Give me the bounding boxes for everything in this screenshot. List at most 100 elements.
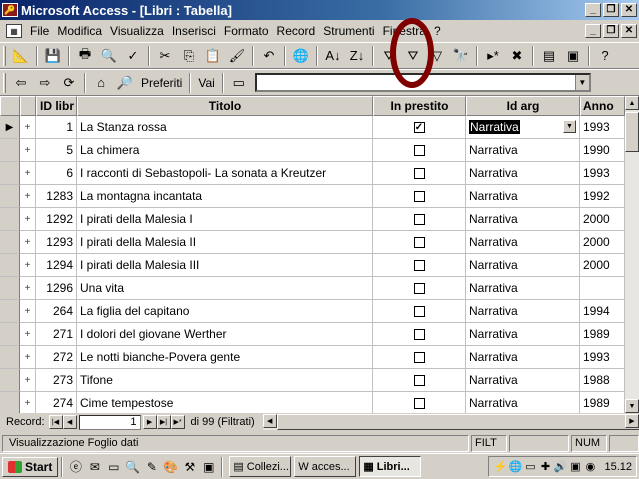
paint-icon[interactable]: 🎨 — [162, 458, 179, 475]
menu-formato[interactable]: Formato — [220, 24, 273, 38]
cell-titolo[interactable]: La chimera — [77, 139, 373, 162]
next-record-icon[interactable]: ▶ — [142, 415, 157, 429]
current-record-indicator-icon[interactable]: ▶ — [0, 116, 20, 139]
cell-id[interactable]: 1293 — [36, 231, 77, 254]
cell-anno[interactable]: 2000 — [580, 231, 625, 254]
menu-finestra[interactable]: Finestra — [379, 24, 430, 38]
cell-anno[interactable]: 1989 — [580, 323, 625, 346]
cut-icon[interactable]: ✂ — [154, 45, 176, 67]
cell-id[interactable]: 1283 — [36, 185, 77, 208]
new-record-icon[interactable]: ▸* — [482, 45, 504, 67]
select-all-corner[interactable] — [0, 96, 20, 116]
row-selector[interactable] — [0, 277, 20, 300]
tray-display-icon[interactable]: ▣ — [568, 460, 582, 474]
doc-minimize-button[interactable]: _ — [585, 24, 601, 38]
cell-titolo[interactable]: Una vita — [77, 277, 373, 300]
in-prestito-checkbox[interactable] — [413, 167, 425, 179]
minimize-button[interactable]: _ — [585, 3, 601, 17]
expand-subdatasheet-icon[interactable]: + — [20, 116, 36, 139]
table-row[interactable]: +273 Tifone Narrativa 1988 — [0, 369, 625, 392]
access-app-icon[interactable]: 🔑 — [2, 3, 18, 17]
go-menu[interactable]: Vai — [194, 76, 218, 90]
vertical-scrollbar[interactable]: ▲ ▼ — [625, 96, 639, 413]
cell-id-arg[interactable]: Narrativa — [466, 369, 580, 392]
expand-subdatasheet-icon[interactable]: + — [20, 369, 36, 392]
cell-titolo[interactable]: La montagna incantata — [77, 185, 373, 208]
cell-anno[interactable]: 2000 — [580, 208, 625, 231]
task-libri[interactable]: ▦ Libri... — [359, 456, 422, 477]
format-painter-icon[interactable]: 🖌 — [226, 45, 248, 67]
sort-ascending-icon[interactable]: A↓ — [322, 45, 344, 67]
tool-icon[interactable]: ⚒ — [181, 458, 198, 475]
tray-antivirus-icon[interactable]: ✚ — [538, 460, 552, 474]
scroll-up-icon[interactable]: ▲ — [625, 96, 639, 110]
column-header-anno[interactable]: Anno — [580, 96, 625, 116]
apply-filter-icon[interactable]: ▽ — [426, 45, 448, 67]
cell-id-arg[interactable]: Narrativa — [466, 139, 580, 162]
table-row[interactable]: +1294 I pirati della Malesia III Narrativa… — [0, 254, 625, 277]
filter-by-form-icon[interactable]: ⛛ — [402, 45, 424, 67]
print-icon[interactable]: 🖶 — [74, 45, 96, 67]
row-selector[interactable] — [0, 300, 20, 323]
cell-anno[interactable]: 1993 — [580, 116, 625, 139]
delete-record-icon[interactable]: ✖ — [506, 45, 528, 67]
cell-titolo[interactable]: La Stanza rossa — [77, 116, 373, 139]
table-row[interactable]: +1296 Una vita Narrativa — [0, 277, 625, 300]
menu-file[interactable]: File — [26, 24, 53, 38]
cell-titolo[interactable]: I dolori del giovane Werther — [77, 323, 373, 346]
doc-restore-button[interactable]: ❐ — [603, 24, 619, 38]
in-prestito-checkbox[interactable] — [413, 259, 425, 271]
cell-id-arg[interactable]: Narrativa — [466, 392, 580, 413]
row-selector[interactable] — [0, 254, 20, 277]
horizontal-scroll-thumb[interactable] — [276, 414, 639, 430]
row-selector[interactable] — [0, 139, 20, 162]
scroll-right-icon[interactable]: ▶ — [625, 414, 639, 428]
cell-titolo[interactable]: La figlia del capitano — [77, 300, 373, 323]
in-prestito-checkbox[interactable]: ✓ — [413, 121, 425, 133]
current-record-input[interactable]: 1 — [78, 414, 141, 430]
find-icon[interactable]: 🔭 — [450, 45, 472, 67]
table-row[interactable]: +274 Cime tempestose Narrativa 1989 — [0, 392, 625, 413]
expand-subdatasheet-icon[interactable]: + — [20, 162, 36, 185]
expand-subdatasheet-icon[interactable]: + — [20, 254, 36, 277]
column-header-in-prestito[interactable]: In prestito — [373, 96, 466, 116]
table-row[interactable]: ▶ +1 La Stanza rossa ✓ Narrativa ▼ 1993 — [0, 116, 625, 139]
column-header-id[interactable]: ID libr — [36, 96, 77, 116]
cell-id-arg[interactable]: Narrativa ▼ — [466, 116, 580, 139]
row-selector[interactable] — [0, 185, 20, 208]
scroll-down-icon[interactable]: ▼ — [625, 399, 639, 413]
menu-strumenti[interactable]: Strumenti — [319, 24, 378, 38]
table-row[interactable]: +264 La figlia del capitano Narrativa 1994 — [0, 300, 625, 323]
horizontal-scrollbar[interactable]: ◀ ▶ — [262, 414, 639, 430]
cell-id[interactable]: 273 — [36, 369, 77, 392]
cell-anno[interactable]: 1994 — [580, 300, 625, 323]
tray-app-icon[interactable]: ◉ — [583, 460, 597, 474]
tray-volume-icon[interactable]: 🔊 — [553, 460, 568, 474]
expand-subdatasheet-icon[interactable]: + — [20, 346, 36, 369]
cell-id-arg[interactable]: Narrativa — [466, 277, 580, 300]
cell-id-arg[interactable]: Narrativa — [466, 300, 580, 323]
print-preview-icon[interactable]: 🔍 — [98, 45, 120, 67]
database-window-icon[interactable]: ▤ — [538, 45, 560, 67]
sort-descending-icon[interactable]: Z↓ — [346, 45, 368, 67]
search-icon[interactable]: 🔍 — [124, 458, 141, 475]
row-selector[interactable] — [0, 323, 20, 346]
table-row[interactable]: +5 La chimera Narrativa 1990 — [0, 139, 625, 162]
last-record-icon[interactable]: ▶| — [156, 415, 171, 429]
menu-help[interactable]: ? — [430, 24, 445, 38]
cell-titolo[interactable]: Cime tempestose — [77, 392, 373, 413]
column-header-titolo[interactable]: Titolo — [77, 96, 373, 116]
cell-id[interactable]: 1294 — [36, 254, 77, 277]
cell-titolo[interactable]: I pirati della Malesia I — [77, 208, 373, 231]
table-row[interactable]: +1283 La montagna incantata Narrativa 1992 — [0, 185, 625, 208]
address-field[interactable]: ▼ — [254, 73, 591, 92]
expand-subdatasheet-icon[interactable]: + — [20, 300, 36, 323]
cell-id-arg[interactable]: Narrativa — [466, 323, 580, 346]
cell-id[interactable]: 264 — [36, 300, 77, 323]
cell-id[interactable]: 274 — [36, 392, 77, 413]
cell-titolo[interactable]: I pirati della Malesia III — [77, 254, 373, 277]
row-selector[interactable] — [0, 231, 20, 254]
menu-inserisci[interactable]: Inserisci — [168, 24, 220, 38]
search-web-icon[interactable]: 🔎 — [114, 72, 136, 94]
cell-id-arg[interactable]: Narrativa — [466, 346, 580, 369]
